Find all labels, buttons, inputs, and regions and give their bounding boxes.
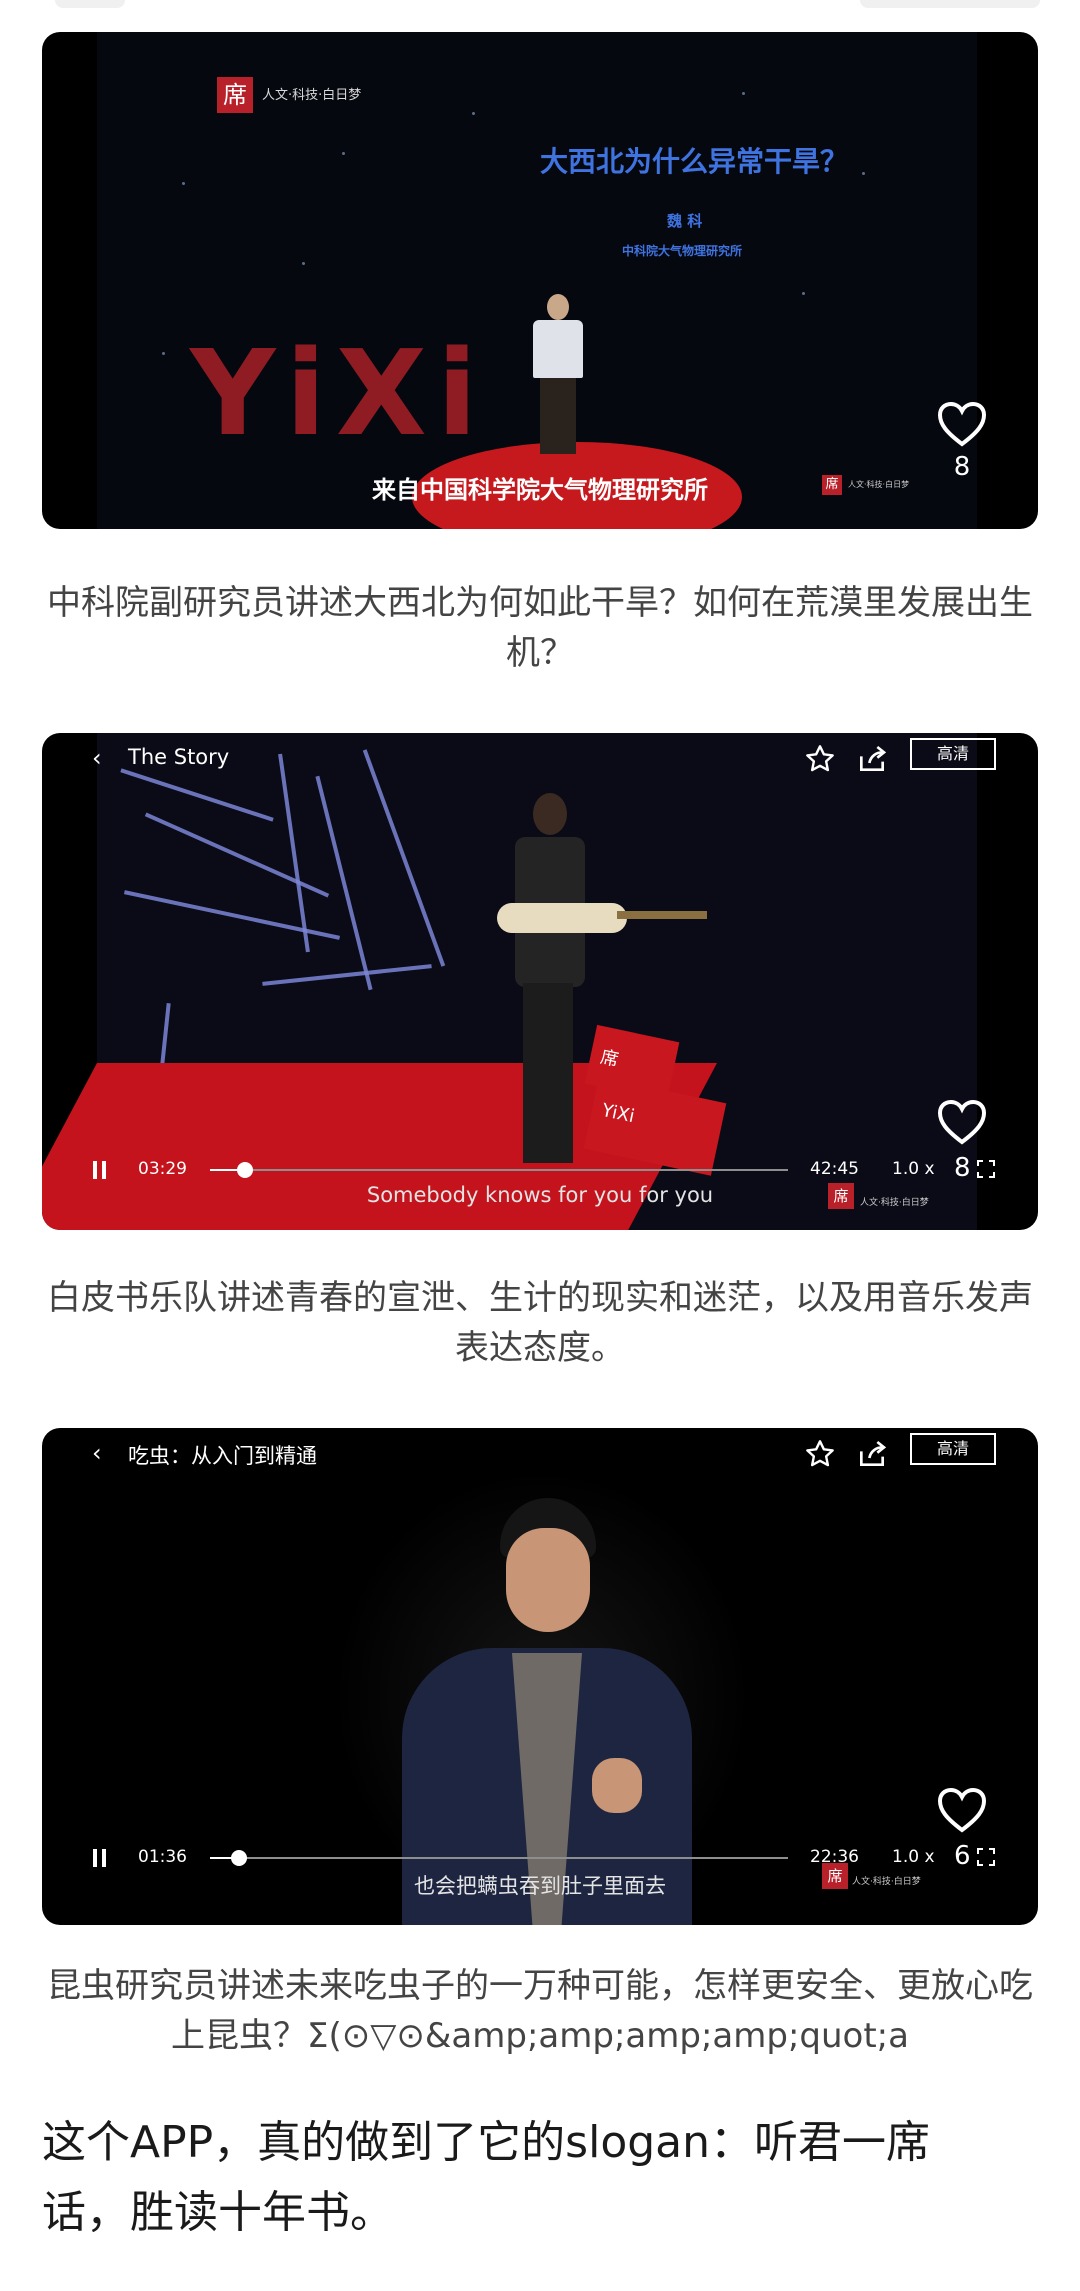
watermark-text: 人文·科技·白日梦 [848, 480, 910, 489]
watermark-icon: 席 [822, 1863, 848, 1889]
stage-box-text: YiXi [599, 1099, 637, 1128]
video-card-3[interactable]: ‹ 吃虫：从入门到精通 高清 01:36 22:36 1.0 x 6 也会把螨虫… [42, 1428, 1038, 1925]
fullscreen-icon[interactable] [976, 1159, 996, 1179]
hd-quality-button[interactable]: 高清 [910, 738, 996, 770]
video-title: The Story [128, 745, 230, 769]
logo-tagline: 人文·科技·白日梦 [262, 88, 362, 103]
current-time: 03:29 [138, 1159, 187, 1179]
video-caption-2: 白皮书乐队讲述青春的宣泄、生计的现实和迷茫，以及用音乐发声表达态度。 [47, 1278, 1033, 1368]
pause-icon[interactable] [90, 1847, 110, 1869]
playback-speed[interactable]: 1.0 x [892, 1159, 935, 1179]
seek-bar[interactable] [210, 1850, 788, 1866]
seek-knob[interactable] [236, 1162, 253, 1178]
video-caption-3: 昆虫研究员讲述未来吃虫子的一万种可能，怎样更安全、更放心吃上昆虫？Σ(⊙▽⊙&a… [47, 1966, 1033, 2056]
share-icon[interactable] [856, 743, 888, 775]
player-top-bar: ‹ 吃虫：从入门到精通 高清 [42, 1428, 1038, 1478]
video-title: 吃虫：从入门到精通 [128, 1444, 317, 1468]
current-time: 01:36 [138, 1847, 187, 1867]
speaker-institution: 中科院大气物理研究所 [622, 244, 743, 258]
video-card-2[interactable]: 席 YiXi ‹ The Story 高清 03:29 42:45 1.0 x … [42, 733, 1038, 1230]
watermark-icon: 席 [822, 475, 842, 495]
heart-icon[interactable] [936, 1786, 988, 1834]
hd-quality-button[interactable]: 高清 [910, 1433, 996, 1465]
speaker-figure [530, 294, 586, 454]
like-count: 8 [954, 1153, 971, 1183]
star-icon[interactable] [804, 743, 836, 775]
back-chevron-icon[interactable]: ‹ [92, 746, 102, 770]
fullscreen-icon[interactable] [976, 1847, 996, 1867]
guitar [497, 903, 627, 933]
seek-bar[interactable] [210, 1162, 788, 1178]
like-count: 6 [954, 1841, 971, 1871]
star-icon[interactable] [804, 1438, 836, 1470]
pause-icon[interactable] [90, 1159, 110, 1181]
heart-icon[interactable] [936, 400, 988, 448]
like-control[interactable] [932, 1786, 992, 1834]
speaker-name: 魏 科 [667, 212, 703, 230]
total-time: 42:45 [810, 1159, 859, 1179]
closing-paragraph: 这个APP，真的做到了它的slogan：听君一席话，胜读十年书。 [42, 2117, 931, 2238]
talk-title: 大西北为什么异常干旱？ [540, 145, 849, 178]
seek-knob[interactable] [230, 1850, 247, 1866]
yixi-logo-icon: 席 [217, 77, 253, 113]
like-control[interactable]: 8 [932, 400, 992, 482]
video-card-1[interactable]: 席 人文·科技·白日梦 大西北为什么异常干旱？ 魏 科 中科院大气物理研究所 Y… [42, 32, 1038, 529]
stage-letters: YiXi [190, 324, 488, 462]
top-edge [0, 0, 1080, 14]
back-chevron-icon[interactable]: ‹ [92, 1441, 102, 1465]
video-caption-1: 中科院副研究员讲述大西北为何如此干旱？如何在荒漠里发展出生机？ [47, 583, 1033, 673]
player-top-bar: ‹ The Story 高清 [42, 733, 1038, 783]
like-count: 8 [953, 452, 971, 482]
share-icon[interactable] [856, 1438, 888, 1470]
watermark-text: 人文·科技·白日梦 [860, 1198, 929, 1208]
stage-box-logo: 席 [598, 1046, 621, 1071]
heart-icon[interactable] [936, 1098, 988, 1146]
guitarist-figure [497, 793, 597, 1173]
like-control[interactable] [932, 1098, 992, 1146]
watermark-text: 人文·科技·白日梦 [852, 1877, 921, 1887]
watermark-icon: 席 [828, 1183, 854, 1209]
playback-speed[interactable]: 1.0 x [892, 1847, 935, 1867]
